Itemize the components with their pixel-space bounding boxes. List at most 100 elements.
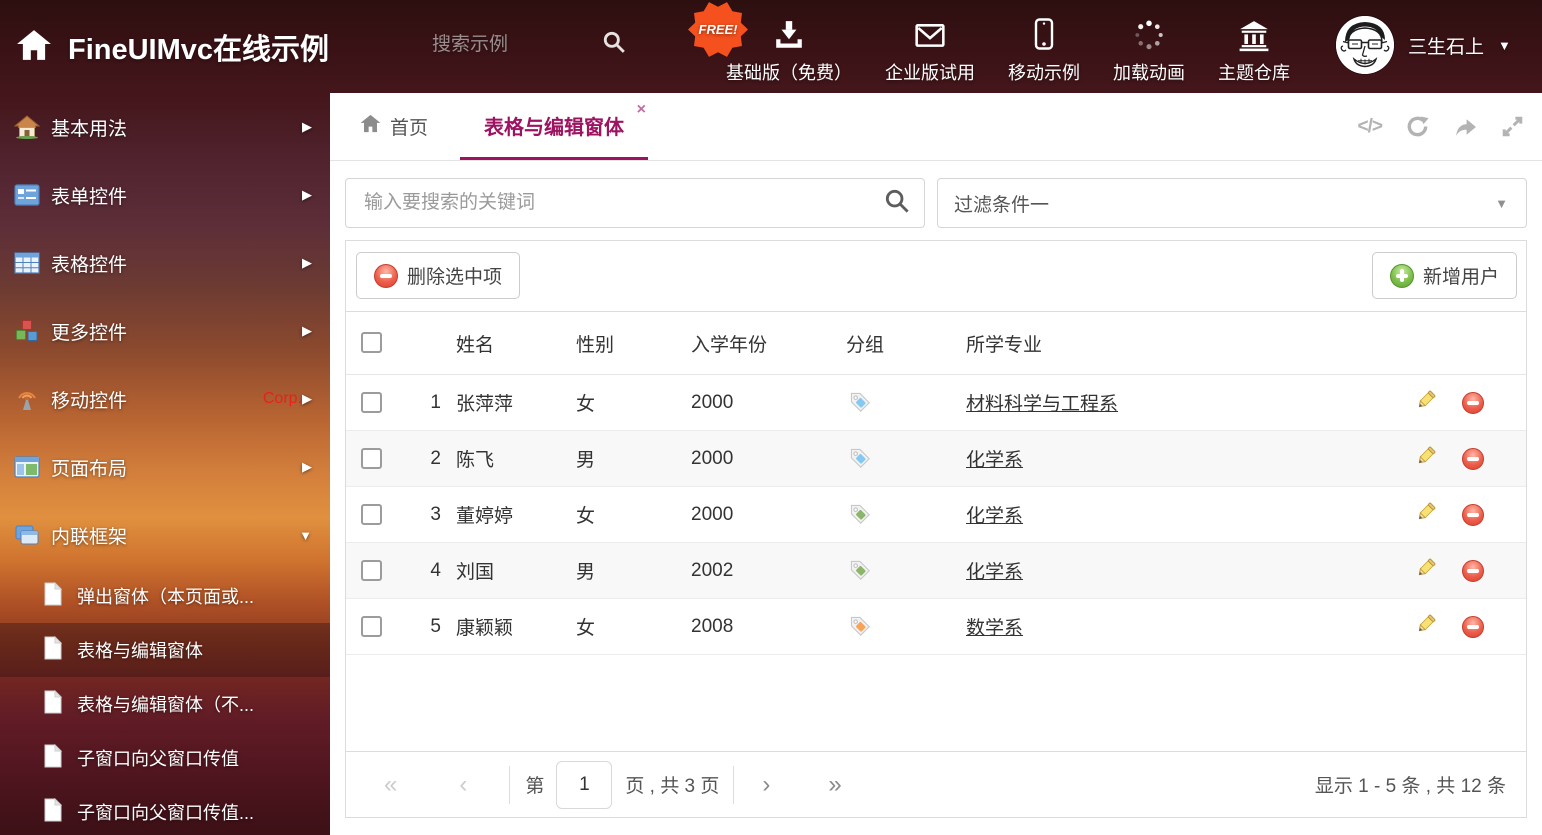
table-row[interactable]: 4 刘国 男 2002 化学系	[346, 543, 1526, 599]
delete-row-icon[interactable]	[1462, 448, 1484, 470]
edit-pencil-icon[interactable]	[1415, 501, 1437, 529]
page-number-input[interactable]	[556, 761, 612, 809]
sidebar-subitem-child-to-parent-2[interactable]: 子窗口向父窗口传值...	[0, 785, 330, 835]
add-user-button[interactable]: 新增用户	[1372, 252, 1517, 299]
column-header-name[interactable]: 姓名	[441, 312, 561, 375]
tab-home[interactable]: 首页	[360, 93, 428, 160]
row-checkbox[interactable]	[361, 616, 382, 637]
brand[interactable]: FineUIMvc在线示例	[16, 26, 329, 68]
cell-name: 董婷婷	[441, 487, 561, 543]
minus-circle-icon	[374, 264, 398, 288]
cubes-icon	[14, 319, 40, 343]
column-header-group[interactable]: 分组	[826, 312, 946, 375]
column-header-actions	[1386, 312, 1526, 375]
delete-selected-button[interactable]: 删除选中项	[356, 252, 520, 299]
expand-icon[interactable]	[1501, 115, 1524, 138]
nav-enterprise-trial[interactable]: 企业版试用	[885, 14, 975, 85]
select-all-checkbox[interactable]	[361, 332, 382, 353]
sidebar-item-basic-usage[interactable]: 基本用法 ▶	[0, 93, 330, 161]
cell-name: 刘国	[441, 543, 561, 599]
header-nav: 基础版（免费） 企业版试用 移动示例	[726, 14, 1290, 85]
sidebar-item-mobile-controls[interactable]: 移动控件 Corp. ▶	[0, 365, 330, 433]
sidebar-item-page-layout[interactable]: 页面布局 ▶	[0, 433, 330, 501]
delete-row-icon[interactable]	[1462, 504, 1484, 526]
cell-year: 2002	[676, 543, 826, 599]
edit-pencil-icon[interactable]	[1415, 613, 1437, 641]
page-count-label: 页 , 共 3 页	[625, 771, 719, 798]
cell-name: 张萍萍	[441, 375, 561, 431]
major-link[interactable]: 化学系	[966, 562, 1023, 583]
arrow-right-icon: ▶	[302, 187, 312, 203]
house-icon	[14, 115, 40, 139]
sidebar-subitem-grid-edit-window-2[interactable]: 表格与编辑窗体（不...	[0, 677, 330, 731]
row-checkbox[interactable]	[361, 392, 382, 413]
bank-icon	[1237, 14, 1271, 52]
edit-pencil-icon[interactable]	[1415, 557, 1437, 585]
cell-year: 2000	[676, 375, 826, 431]
edit-pencil-icon[interactable]	[1415, 389, 1437, 417]
source-code-icon[interactable]: </>	[1358, 116, 1382, 138]
file-icon	[42, 582, 64, 611]
tab-grid-edit-window[interactable]: 表格与编辑窗体 ×	[460, 93, 648, 160]
refresh-icon[interactable]	[1405, 114, 1430, 139]
layout-icon	[14, 456, 40, 478]
sidebar-subitem-grid-edit-window[interactable]: 表格与编辑窗体	[0, 623, 330, 677]
sidebar-item-grid-controls[interactable]: 表格控件 ▶	[0, 229, 330, 297]
nav-label: 基础版（免费）	[726, 59, 852, 85]
home-icon[interactable]	[16, 29, 52, 66]
nav-label: 加载动画	[1113, 59, 1185, 85]
sidebar-item-iframe[interactable]: 内联框架 ▼	[0, 501, 330, 569]
button-label: 删除选中项	[407, 262, 502, 289]
first-page-button[interactable]: «	[384, 773, 397, 797]
table-row[interactable]: 2 陈飞 男 2000 化学系	[346, 431, 1526, 487]
search-icon[interactable]	[884, 188, 910, 219]
nav-theme-store[interactable]: 主题仓库	[1218, 14, 1290, 85]
keyword-search-input[interactable]	[362, 191, 884, 215]
row-checkbox[interactable]	[361, 448, 382, 469]
search-icon[interactable]	[602, 30, 626, 59]
column-header-major[interactable]: 所学专业	[946, 312, 1386, 375]
divider	[733, 766, 734, 804]
filter-dropdown[interactable]: 过滤条件一 ▼	[937, 178, 1527, 228]
arrow-right-icon: ▶	[302, 323, 312, 339]
row-checkbox[interactable]	[361, 504, 382, 525]
button-label: 新增用户	[1423, 262, 1499, 289]
next-page-button[interactable]: ›	[762, 773, 770, 797]
major-link[interactable]: 数学系	[966, 618, 1023, 639]
major-link[interactable]: 材料科学与工程系	[966, 394, 1118, 415]
table-row[interactable]: 1 张萍萍 女 2000 材料科学与工程系	[346, 375, 1526, 431]
file-icon	[42, 636, 64, 665]
cell-gender: 男	[561, 431, 676, 487]
nav-loading-animations[interactable]: 加载动画	[1113, 14, 1185, 85]
delete-row-icon[interactable]	[1462, 616, 1484, 638]
frames-icon	[14, 524, 40, 546]
prev-page-button[interactable]: ‹	[459, 773, 467, 797]
arrow-right-icon: ▶	[302, 255, 312, 271]
major-link[interactable]: 化学系	[966, 506, 1023, 527]
share-icon[interactable]	[1453, 116, 1478, 138]
last-page-button[interactable]: »	[828, 773, 841, 797]
nav-label: 企业版试用	[885, 59, 975, 85]
header-search-input[interactable]	[430, 33, 584, 57]
sidebar-subitem-child-to-parent[interactable]: 子窗口向父窗口传值	[0, 731, 330, 785]
table-row[interactable]: 5 康颖颖 女 2008 数学系	[346, 599, 1526, 655]
row-checkbox[interactable]	[361, 560, 382, 581]
nav-label: 移动示例	[1008, 59, 1080, 85]
major-link[interactable]: 化学系	[966, 450, 1023, 471]
sidebar-subitem-popup-window[interactable]: 弹出窗体（本页面或...	[0, 569, 330, 623]
sidebar-item-form-controls[interactable]: 表单控件 ▶	[0, 161, 330, 229]
column-header-gender[interactable]: 性别	[561, 312, 676, 375]
delete-row-icon[interactable]	[1462, 392, 1484, 414]
nav-mobile-demo[interactable]: 移动示例	[1008, 14, 1080, 85]
nav-basic-edition[interactable]: 基础版（免费）	[726, 14, 852, 85]
arrow-right-icon: ▶	[302, 459, 312, 475]
user-menu[interactable]: 三生石上 ▼	[1336, 16, 1511, 74]
column-header-year[interactable]: 入学年份	[676, 312, 826, 375]
table-row[interactable]: 3 董婷婷 女 2000 化学系	[346, 487, 1526, 543]
tag-icon	[846, 444, 870, 468]
close-icon[interactable]: ×	[637, 102, 646, 118]
edit-pencil-icon[interactable]	[1415, 445, 1437, 473]
sidebar-item-more-controls[interactable]: 更多控件 ▶	[0, 297, 330, 365]
app-title: FineUIMvc在线示例	[68, 26, 329, 68]
delete-row-icon[interactable]	[1462, 560, 1484, 582]
